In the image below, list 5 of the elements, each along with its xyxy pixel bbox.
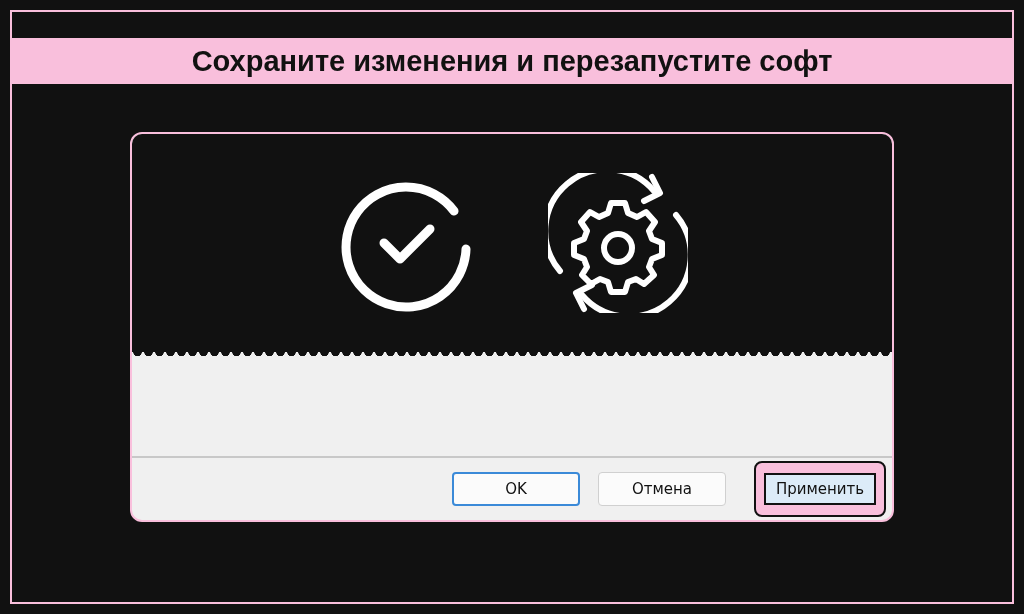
- dialog-button[interactable]: Отмена: [598, 472, 726, 506]
- gear-refresh-icon: [548, 173, 688, 313]
- dialog-button[interactable]: OK: [452, 472, 580, 506]
- banner-title: Сохраните изменения и перезапустите софт: [191, 44, 833, 78]
- apply-button[interactable]: Применить: [764, 473, 876, 505]
